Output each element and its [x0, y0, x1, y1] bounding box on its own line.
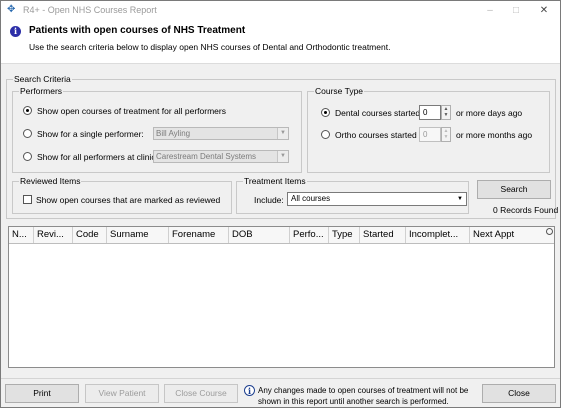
single-performer-label: Show for a single performer:: [37, 129, 144, 139]
col-header-next-appt[interactable]: Next Appt: [470, 227, 554, 243]
close-button-label: Close: [508, 388, 530, 398]
close-course-button[interactable]: Close Course: [164, 384, 238, 403]
info-icon: i: [244, 385, 255, 396]
reviewed-items-group: Reviewed Items Show open courses that ar…: [12, 176, 232, 214]
col-header-started[interactable]: Started: [360, 227, 406, 243]
title-bar: ✥ R4+ - Open NHS Courses Report – □ ✕: [1, 1, 560, 20]
col-header-reviewed[interactable]: Revi...: [34, 227, 73, 243]
reviewed-checkbox-label: Show open courses that are marked as rev…: [36, 195, 221, 205]
include-value: All courses: [291, 194, 331, 203]
treatment-items-label: Treatment Items: [243, 176, 307, 187]
all-performers-label: Show open courses of treatment for all p…: [37, 106, 226, 116]
results-grid[interactable]: N... Revi... Code Surname Forename DOB P…: [8, 226, 555, 368]
dental-courses-radio[interactable]: [321, 108, 330, 117]
search-criteria-group: Search Criteria Performers Show open cou…: [6, 74, 559, 219]
refresh-note: Any changes made to open courses of trea…: [258, 386, 469, 406]
print-button-label: Print: [33, 388, 51, 398]
ortho-courses-radio[interactable]: [321, 130, 330, 139]
dental-days-input[interactable]: 0: [419, 105, 441, 120]
include-label: Include:: [254, 195, 284, 205]
clinic-select[interactable]: Carestream Dental Systems ▼: [153, 150, 289, 163]
maximize-icon[interactable]: □: [503, 3, 529, 18]
course-type-label: Course Type: [314, 86, 365, 97]
performers-group: Performers Show open courses of treatmen…: [12, 86, 302, 173]
clinic-performers-radio[interactable]: [23, 152, 32, 161]
ortho-months-input[interactable]: 0: [419, 127, 441, 142]
clinic-value: Carestream Dental Systems: [156, 152, 257, 161]
single-performer-radio[interactable]: [23, 129, 32, 138]
search-button[interactable]: Search: [477, 180, 551, 199]
course-type-group: Course Type Dental courses started 0 ▲ ▼ …: [307, 86, 550, 173]
all-performers-radio[interactable]: [23, 106, 32, 115]
view-patient-button[interactable]: View Patient: [85, 384, 159, 403]
performers-label: Performers: [19, 86, 64, 97]
ortho-months-suffix: or more months ago: [456, 130, 533, 140]
print-button[interactable]: Print: [5, 384, 79, 403]
footer-bar: Print View Patient Close Course i Any ch…: [1, 378, 560, 408]
col-header-type[interactable]: Type: [329, 227, 360, 243]
dental-days-suffix: or more days ago: [456, 108, 523, 118]
ortho-months-stepper[interactable]: ▲ ▼: [441, 127, 451, 142]
search-criteria-label: Search Criteria: [13, 74, 72, 85]
minimize-icon[interactable]: –: [477, 3, 503, 18]
close-icon[interactable]: ✕: [531, 3, 557, 18]
chevron-down-icon: ▼: [277, 128, 288, 139]
column-chooser-icon[interactable]: [546, 228, 553, 235]
info-icon: i: [10, 26, 21, 37]
close-button[interactable]: Close: [482, 384, 556, 403]
col-header-forename[interactable]: Forename: [169, 227, 229, 243]
close-course-button-label: Close Course: [175, 388, 227, 398]
col-header-incomplete[interactable]: Incomplet...: [406, 227, 470, 243]
col-header-dob[interactable]: DOB: [229, 227, 290, 243]
page-title: Patients with open courses of NHS Treatm…: [29, 25, 246, 36]
chevron-down-icon: ▼: [277, 151, 288, 162]
window-title: R4+ - Open NHS Courses Report: [23, 5, 157, 15]
col-header-number[interactable]: N...: [9, 227, 34, 243]
ortho-courses-label: Ortho courses started: [335, 130, 417, 140]
include-select[interactable]: All courses ▼: [287, 192, 467, 206]
dental-courses-label: Dental courses started: [335, 108, 421, 118]
page-subtitle: Use the search criteria below to display…: [29, 42, 391, 52]
col-header-surname[interactable]: Surname: [107, 227, 169, 243]
treatment-items-group: Treatment Items Include: All courses ▼: [236, 176, 469, 214]
chevron-down-icon: ▼: [457, 196, 463, 202]
search-button-label: Search: [500, 184, 528, 194]
report-header: i Patients with open courses of NHS Trea…: [1, 20, 560, 64]
single-performer-value: Bill Ayling: [156, 129, 191, 138]
view-patient-button-label: View Patient: [98, 388, 146, 398]
reviewed-checkbox[interactable]: [23, 195, 32, 204]
records-found: 0 Records Found: [493, 205, 559, 215]
col-header-code[interactable]: Code: [73, 227, 107, 243]
report-window: ✥ R4+ - Open NHS Courses Report – □ ✕ i …: [0, 0, 561, 408]
single-performer-select[interactable]: Bill Ayling ▼: [153, 127, 289, 140]
app-icon: ✥: [7, 4, 16, 15]
clinic-performers-label: Show for all performers at clinic:: [37, 152, 158, 162]
col-header-performer[interactable]: Perfo...: [290, 227, 329, 243]
grid-header: N... Revi... Code Surname Forename DOB P…: [9, 227, 554, 244]
dental-days-stepper[interactable]: ▲ ▼: [441, 105, 451, 120]
reviewed-items-label: Reviewed Items: [19, 176, 82, 187]
